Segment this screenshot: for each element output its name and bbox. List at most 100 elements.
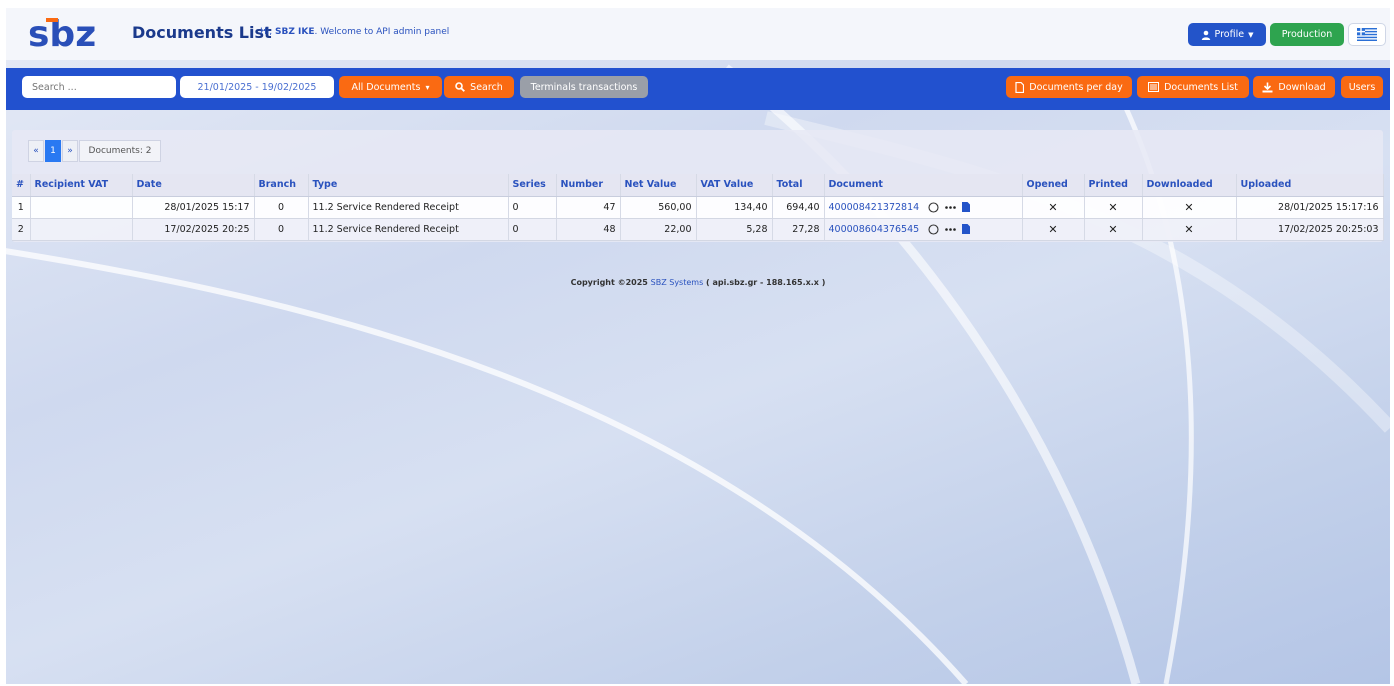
greek-flag-icon <box>1357 28 1377 41</box>
documents-list-label: Documents List <box>1164 81 1238 93</box>
language-flag-button[interactable] <box>1348 23 1386 46</box>
cell-recipient-vat <box>30 196 133 219</box>
top-header: sbz Documents List Hi, SBZ IKE. Welcome … <box>6 8 1390 60</box>
col-header-uploaded[interactable]: Uploaded <box>1236 174 1384 197</box>
cell-opened-status: ✕ <box>1022 218 1085 241</box>
col-header-total[interactable]: Total <box>772 174 825 197</box>
col-header-date[interactable]: Date <box>132 174 255 197</box>
cell-net-value: 22,00 <box>620 218 697 241</box>
table-row[interactable]: 1 28/01/2025 15:17 0 11.2 Service Render… <box>12 196 1384 219</box>
search-button[interactable]: Search <box>444 76 514 98</box>
col-header-printed[interactable]: Printed <box>1084 174 1143 197</box>
download-icon <box>1262 82 1273 92</box>
pagination-prev[interactable]: « <box>28 140 44 162</box>
cell-printed-status: ✕ <box>1084 196 1143 219</box>
cell-uploaded: 28/01/2025 15:17:16 <box>1236 196 1384 219</box>
documents-per-day-label: Documents per day <box>1029 81 1123 93</box>
col-header-recipient-vat[interactable]: Recipient VAT <box>30 174 133 197</box>
document-link[interactable]: 400008604376545 <box>829 224 920 235</box>
cell-uploaded: 17/02/2025 20:25:03 <box>1236 218 1384 241</box>
table-row[interactable]: 2 17/02/2025 20:25 0 11.2 Service Render… <box>12 218 1384 241</box>
circle-status-icon[interactable] <box>928 223 939 235</box>
cell-series: 0 <box>508 218 557 241</box>
pagination: « 1 » Documents: 2 <box>28 140 162 162</box>
col-header-number[interactable]: Number <box>556 174 621 197</box>
cell-document: 400008604376545 <box>824 218 1023 241</box>
cell-number: 47 <box>556 196 621 219</box>
all-documents-label: All Documents <box>351 81 421 93</box>
cell-index: 1 <box>12 196 31 219</box>
welcome-user: SBZ IKE <box>275 27 315 37</box>
footer: Copyright ©2025 SBZ Systems ( api.sbz.gr… <box>6 278 1390 287</box>
col-header-series[interactable]: Series <box>508 174 557 197</box>
download-label: Download <box>1278 81 1326 93</box>
chevron-down-icon: ▾ <box>425 82 430 92</box>
search-label: Search <box>470 81 503 93</box>
cell-total: 694,40 <box>772 196 825 219</box>
pdf-file-icon[interactable] <box>962 224 971 234</box>
cell-downloaded-status: ✕ <box>1142 218 1237 241</box>
welcome-message: Hi, SBZ IKE. Welcome to API admin panel <box>260 27 450 37</box>
col-header-net-value[interactable]: Net Value <box>620 174 697 197</box>
terminals-transactions-button[interactable]: Terminals transactions <box>520 76 648 98</box>
cell-opened-status: ✕ <box>1022 196 1085 219</box>
document-link[interactable]: 400008421372814 <box>829 202 920 213</box>
pagination-next[interactable]: » <box>62 140 78 162</box>
pdf-file-icon[interactable] <box>962 202 971 212</box>
list-icon <box>1148 82 1160 92</box>
search-icon <box>455 82 466 92</box>
cell-type: 11.2 Service Rendered Receipt <box>308 218 509 241</box>
cell-recipient-vat <box>30 218 133 241</box>
sbz-logo[interactable]: sbz <box>28 14 108 54</box>
user-icon <box>1201 30 1210 40</box>
circle-status-icon[interactable] <box>928 201 939 213</box>
cell-downloaded-status: ✕ <box>1142 196 1237 219</box>
company-link[interactable]: SBZ Systems <box>651 278 704 287</box>
documents-table: # Recipient VAT Date Branch Type Series … <box>12 174 1384 241</box>
col-header-vat-value[interactable]: VAT Value <box>696 174 773 197</box>
table-header-row: # Recipient VAT Date Branch Type Series … <box>12 174 1384 197</box>
pagination-page-1[interactable]: 1 <box>45 140 61 162</box>
col-header-branch[interactable]: Branch <box>254 174 309 197</box>
search-input[interactable] <box>22 76 176 98</box>
users-button[interactable]: Users <box>1341 76 1383 98</box>
copyright-text: Copyright ©2025 <box>570 278 651 287</box>
download-button[interactable]: Download <box>1253 76 1335 98</box>
cell-date: 28/01/2025 15:17 <box>132 196 255 219</box>
file-icon <box>1015 81 1025 93</box>
cell-printed-status: ✕ <box>1084 218 1143 241</box>
profile-label: Profile <box>1214 29 1245 40</box>
cell-vat-value: 5,28 <box>696 218 773 241</box>
cell-index: 2 <box>12 218 31 241</box>
cell-total: 27,28 <box>772 218 825 241</box>
cell-branch: 0 <box>254 218 309 241</box>
col-header-index[interactable]: # <box>12 174 31 197</box>
profile-button[interactable]: Profile ▼ <box>1188 23 1266 46</box>
cell-branch: 0 <box>254 196 309 219</box>
documents-per-day-button[interactable]: Documents per day <box>1006 76 1132 98</box>
cell-series: 0 <box>508 196 557 219</box>
toolbar: 21/01/2025 - 19/02/2025 All Documents ▾ … <box>6 68 1390 110</box>
date-range-input[interactable]: 21/01/2025 - 19/02/2025 <box>180 76 334 98</box>
page-title: Documents List <box>132 23 272 42</box>
documents-count: Documents: 2 <box>79 140 161 162</box>
cell-number: 48 <box>556 218 621 241</box>
cell-document: 400008421372814 <box>824 196 1023 219</box>
cell-vat-value: 134,40 <box>696 196 773 219</box>
col-header-opened[interactable]: Opened <box>1022 174 1085 197</box>
cell-type: 11.2 Service Rendered Receipt <box>308 196 509 219</box>
production-button[interactable]: Production <box>1270 23 1344 46</box>
col-header-downloaded[interactable]: Downloaded <box>1142 174 1237 197</box>
server-info: ( api.sbz.gr - 188.165.x.x ) <box>703 278 826 287</box>
caret-down-icon: ▼ <box>1248 30 1254 39</box>
cell-net-value: 560,00 <box>620 196 697 219</box>
page: sbz Documents List Hi, SBZ IKE. Welcome … <box>6 8 1390 684</box>
documents-panel: « 1 » Documents: 2 # Recipient VAT Date … <box>12 130 1384 242</box>
documents-list-button[interactable]: Documents List <box>1137 76 1249 98</box>
col-header-document[interactable]: Document <box>824 174 1023 197</box>
all-documents-dropdown[interactable]: All Documents ▾ <box>339 76 442 98</box>
col-header-type[interactable]: Type <box>308 174 509 197</box>
more-options-icon[interactable] <box>945 227 957 232</box>
svg-text:sbz: sbz <box>28 14 96 54</box>
more-options-icon[interactable] <box>945 205 957 210</box>
